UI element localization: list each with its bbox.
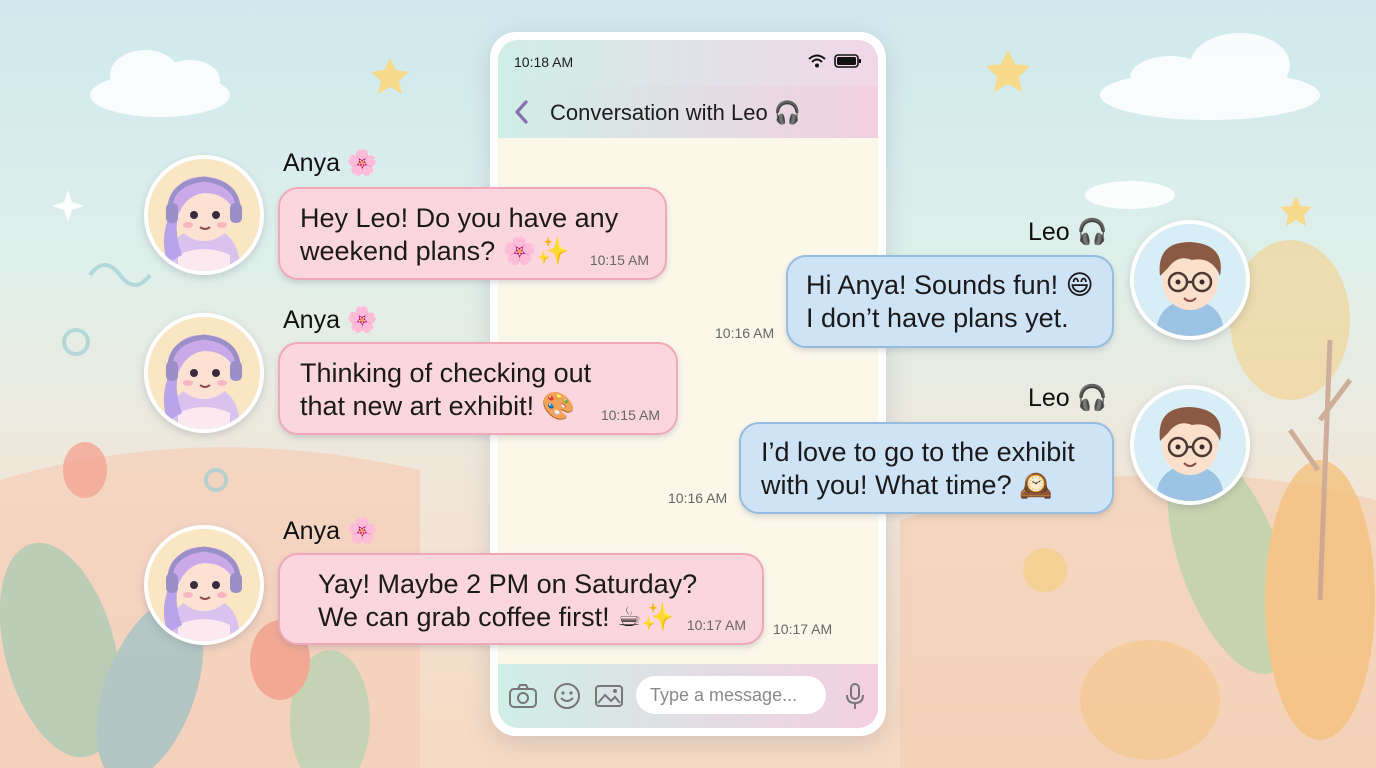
anya-avatar-illustration bbox=[148, 529, 260, 641]
avatar-anya bbox=[144, 313, 264, 433]
battery-icon bbox=[834, 54, 861, 68]
message-time: 10:17 AM bbox=[773, 621, 833, 637]
message-bubble[interactable]: Hi Anya! Sounds fun! 😄 I don’t have plan… bbox=[786, 255, 1114, 348]
message-bubble[interactable]: Yay! Maybe 2 PM on Saturday? We can grab… bbox=[278, 553, 764, 645]
chat-title: Conversation with Leo 🎧 bbox=[550, 100, 802, 125]
avatar-leo bbox=[1130, 220, 1250, 340]
anya-avatar-illustration bbox=[148, 317, 260, 429]
back-arrow-icon[interactable] bbox=[510, 98, 534, 126]
sender-name: Anya 🌸 bbox=[283, 149, 379, 177]
sender-name: Leo 🎧 bbox=[1028, 384, 1108, 412]
leo-avatar-illustration bbox=[1134, 224, 1246, 336]
avatar-leo bbox=[1130, 385, 1250, 505]
anya-avatar-illustration bbox=[148, 159, 260, 271]
message-text: Yay! Maybe 2 PM on Saturday? We can grab… bbox=[318, 569, 698, 632]
image-icon[interactable] bbox=[594, 681, 624, 711]
message-time: 10:15 AM bbox=[600, 407, 660, 423]
microphone-icon[interactable] bbox=[840, 681, 870, 711]
message-text: Hi Anya! Sounds fun! 😄 I don’t have plan… bbox=[806, 270, 1094, 333]
leo-avatar-illustration bbox=[1134, 389, 1246, 501]
message-text: Hey Leo! Do you have any weekend plans? … bbox=[300, 203, 619, 266]
status-bar: 10:18 AM bbox=[498, 40, 878, 86]
camera-icon[interactable] bbox=[508, 681, 538, 711]
sender-name: Anya 🌸 bbox=[283, 517, 379, 545]
avatar-anya bbox=[144, 525, 264, 645]
message-time: 10:17 AM bbox=[686, 617, 746, 633]
avatar-anya bbox=[144, 155, 264, 275]
chat-header: Conversation with Leo 🎧 bbox=[498, 86, 878, 138]
message-time: 10:16 AM bbox=[668, 490, 728, 506]
message-time: 10:16 AM bbox=[715, 325, 775, 341]
message-bubble[interactable]: Thinking of checking out that new art ex… bbox=[278, 342, 678, 435]
message-input[interactable] bbox=[636, 676, 826, 714]
smiley-icon[interactable] bbox=[552, 681, 582, 711]
message-bubble[interactable]: Hey Leo! Do you have any weekend plans? … bbox=[278, 187, 667, 280]
sender-name: Anya 🌸 bbox=[283, 306, 379, 334]
wifi-icon bbox=[808, 54, 826, 68]
sender-name: Leo 🎧 bbox=[1028, 218, 1108, 246]
message-text: Thinking of checking out that new art ex… bbox=[300, 358, 592, 421]
message-text: I’d love to go to the exhibit with you! … bbox=[761, 437, 1075, 500]
message-time: 10:15 AM bbox=[589, 252, 649, 268]
message-bubble[interactable]: I’d love to go to the exhibit with you! … bbox=[739, 422, 1114, 514]
status-time: 10:18 AM bbox=[514, 54, 574, 70]
message-composer bbox=[498, 664, 878, 728]
